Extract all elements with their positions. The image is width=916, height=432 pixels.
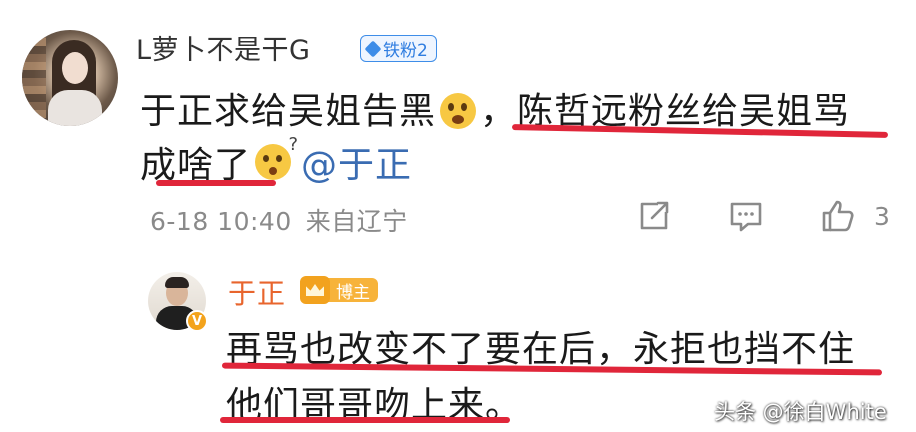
fan-level-badge[interactable]: 铁粉2	[360, 35, 437, 62]
avatar-background	[22, 30, 46, 126]
avatar-body	[48, 90, 102, 126]
verified-badge-icon: V	[186, 310, 208, 332]
comment-timestamp: 6-18 10:40	[150, 207, 292, 236]
comment-meta: 6-18 10:40 来自辽宁	[150, 202, 408, 238]
comment-text-line-1: 于正求给吴姐告黑 ，陈哲远粉丝给吴姐骂	[140, 82, 850, 134]
host-badge: 博主	[300, 276, 378, 304]
comment-icon[interactable]	[728, 198, 764, 234]
diamond-icon	[364, 40, 382, 57]
watermark: 头条 @徐白White	[714, 400, 887, 424]
fan-badge-label: 铁粉2	[383, 41, 428, 61]
commenter-avatar[interactable]	[22, 30, 118, 126]
comment-location: 来自辽宁	[305, 207, 408, 236]
red-underline-annotation	[220, 417, 510, 423]
host-badge-label: 博主	[328, 278, 378, 303]
confused-emoji-icon: ?	[255, 134, 298, 180]
crown-icon	[300, 276, 330, 304]
scared-emoji-icon	[440, 93, 477, 129]
share-icon[interactable]	[636, 198, 672, 234]
thumbs-up-icon[interactable]	[820, 198, 856, 234]
commenter-username[interactable]: L萝卜不是干G	[136, 28, 310, 67]
avatar-hair	[165, 277, 189, 288]
red-underline-annotation	[156, 180, 276, 186]
author-username[interactable]: 于正	[228, 272, 286, 312]
avatar-face	[62, 52, 88, 84]
like-count: 3	[874, 202, 890, 231]
mention-link[interactable]: @于正	[301, 136, 412, 188]
comment-text-part-1: 于正求给吴姐告黑	[140, 91, 437, 132]
